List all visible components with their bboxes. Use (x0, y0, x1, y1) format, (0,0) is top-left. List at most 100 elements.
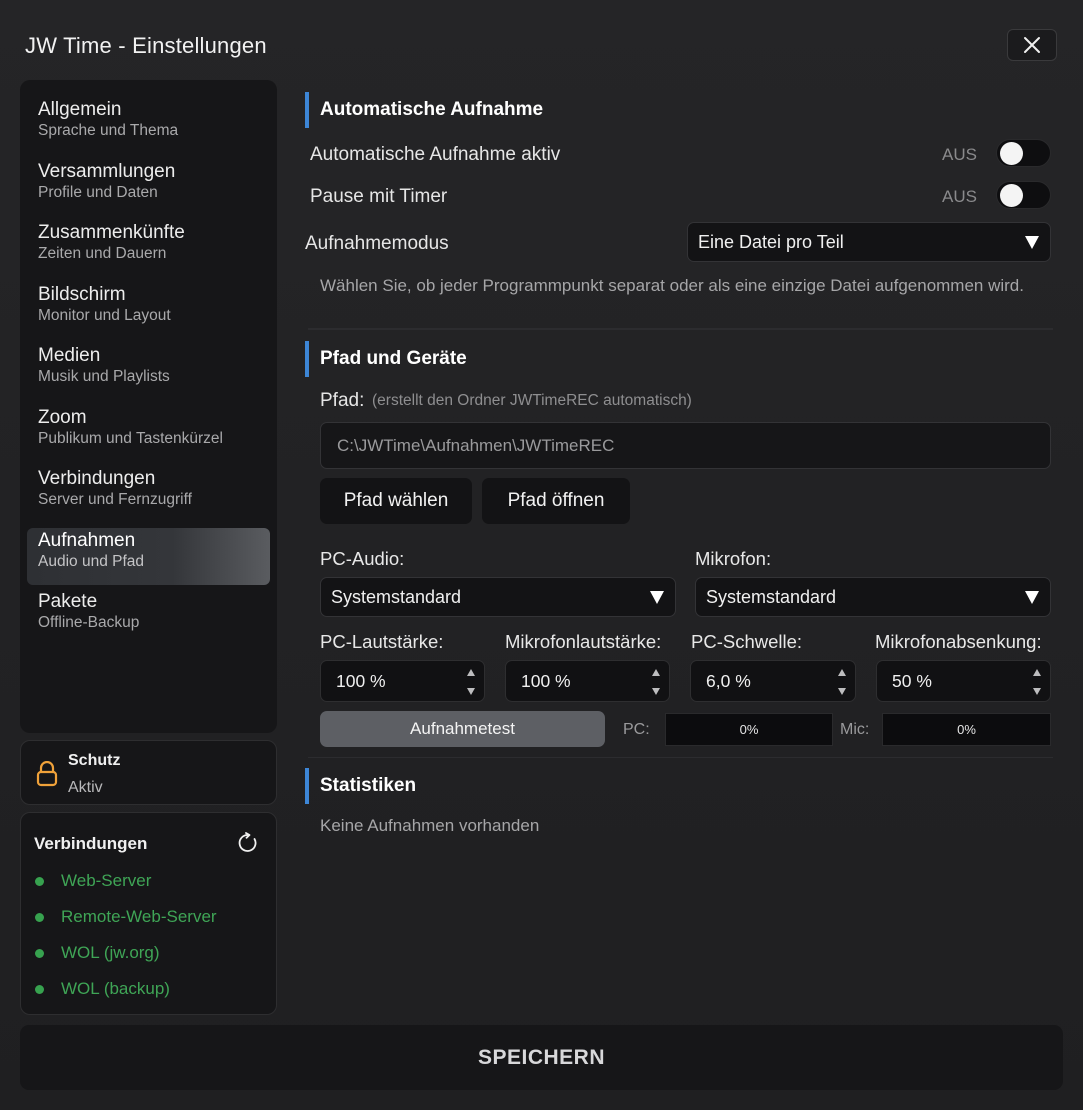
sidebar-item-bildschirm[interactable]: Bildschirm Monitor und Layout (27, 282, 270, 344)
recording-test-button[interactable]: Aufnahmetest (320, 711, 605, 747)
section-divider (308, 328, 1053, 330)
recording-mode-select[interactable]: Eine Datei pro Teil (687, 222, 1051, 262)
spin-arrows-icon[interactable] (651, 667, 661, 697)
sidebar-item-zoom[interactable]: Zoom Publikum und Tastenkürzel (27, 405, 270, 467)
sidebar-item-sublabel: Zeiten und Dauern (38, 245, 167, 262)
microphone-label: Mikrofon: (695, 548, 772, 569)
pc-threshold-label: PC-Schwelle: (691, 631, 803, 652)
status-dot (35, 876, 44, 886)
mic-volume-value: 100 % (521, 670, 571, 691)
section-heading-auto-recording: Automatische Aufnahme (305, 92, 543, 128)
connection-label: Remote-Web-Server (61, 907, 217, 926)
toggle-knob (1000, 184, 1023, 207)
connections-title: Verbindungen (34, 834, 148, 853)
pause-with-timer-label: Pause mit Timer (310, 186, 448, 207)
sidebar-item-sublabel: Server und Fernzugriff (38, 491, 192, 508)
pc-threshold-spinbox[interactable]: 6,0 % (690, 660, 856, 702)
dropdown-arrow-icon (650, 591, 664, 604)
sidebar-item-label: Bildschirm (38, 283, 126, 305)
status-dot (35, 984, 44, 994)
sidebar-item-medien[interactable]: Medien Musik und Playlists (27, 343, 270, 405)
sidebar-item-label: Aufnahmen (38, 529, 136, 551)
open-path-button[interactable]: Pfad öffnen (482, 478, 630, 524)
auto-recording-toggle[interactable] (996, 139, 1051, 167)
sidebar-item-label: Medien (38, 345, 101, 366)
connection-label: Web-Server (61, 871, 152, 890)
sidebar-item-zusammenkuenfte[interactable]: Zusammenkünfte Zeiten und Dauern (27, 220, 270, 282)
microphone-value: Systemstandard (706, 586, 837, 607)
close-button[interactable] (1007, 29, 1057, 61)
sidebar-item-label: Zusammenkünfte (38, 222, 185, 243)
auto-recording-active-label: Automatische Aufnahme aktiv (310, 144, 561, 165)
mic-duck-spinbox[interactable]: 50 % (876, 660, 1051, 702)
path-input[interactable]: C:\JWTime\Aufnahmen\JWTimeREC (320, 422, 1051, 469)
dropdown-arrow-icon (1025, 591, 1039, 604)
section-divider (308, 757, 1053, 758)
spin-arrows-icon[interactable] (466, 667, 476, 697)
mic-volume-spinbox[interactable]: 100 % (505, 660, 670, 702)
sidebar-item-label: Versammlungen (38, 160, 176, 182)
path-label: Pfad: (320, 390, 365, 411)
sidebar-item-aufnahmen[interactable]: Aufnahmen Audio und Pfad (27, 527, 270, 585)
connection-label: WOL (backup) (61, 979, 170, 998)
connection-remote-web-server: Remote-Web-Server (35, 907, 217, 927)
lock-icon (36, 761, 58, 787)
sidebar-item-sublabel: Musik und Playlists (38, 368, 170, 385)
refresh-icon[interactable] (237, 832, 259, 854)
sidebar-item-label: Allgemein (38, 99, 122, 120)
close-icon (1024, 37, 1040, 53)
sidebar-item-sublabel: Profile und Daten (38, 183, 158, 201)
auto-recording-active-state: AUS (942, 145, 977, 164)
statistics-empty-text: Keine Aufnahmen vorhanden (320, 816, 540, 835)
settings-sidebar: Allgemein Sprache und Thema Versammlunge… (20, 80, 277, 733)
sidebar-item-verbindungen[interactable]: Verbindungen Server und Fernzugriff (27, 466, 270, 528)
section-heading-path-devices: Pfad und Geräte (305, 341, 467, 377)
mic-duck-label: Mikrofonabsenkung: (875, 631, 1042, 652)
recording-mode-value: Eine Datei pro Teil (698, 231, 844, 252)
pc-level-meter: 0% (665, 713, 833, 746)
connection-wol-jworg: WOL (jw.org) (35, 943, 160, 963)
pc-audio-label: PC-Audio: (320, 548, 405, 569)
mic-meter-label: Mic: (840, 721, 870, 738)
section-heading-statistics: Statistiken (305, 768, 416, 804)
sidebar-item-label: Verbindungen (38, 468, 156, 489)
path-hint: (erstellt den Ordner JWTimeREC automatis… (372, 392, 692, 409)
pc-volume-spinbox[interactable]: 100 % (320, 660, 485, 702)
recording-mode-label: Aufnahmemodus (305, 233, 449, 254)
protection-title: Schutz (68, 752, 121, 769)
pc-audio-select[interactable]: Systemstandard (320, 577, 676, 617)
sidebar-item-versammlungen[interactable]: Versammlungen Profile und Daten (27, 159, 270, 221)
protection-status: Aktiv (68, 779, 103, 796)
pause-with-timer-state: AUS (942, 187, 977, 206)
mic-volume-label: Mikrofonlautstärke: (505, 631, 662, 652)
pc-meter-label: PC: (623, 721, 650, 738)
save-button[interactable]: SPEICHERN (20, 1025, 1063, 1090)
status-dot (35, 948, 44, 958)
toggle-knob (1000, 142, 1023, 165)
status-dot (35, 912, 44, 922)
protection-panel[interactable]: Schutz Aktiv (20, 740, 277, 805)
pc-threshold-value: 6,0 % (706, 670, 751, 691)
sidebar-item-sublabel: Offline-Backup (38, 613, 140, 631)
sidebar-item-sublabel: Monitor und Layout (38, 306, 171, 324)
sidebar-item-label: Pakete (38, 590, 98, 612)
connection-wol-backup: WOL (backup) (35, 979, 170, 999)
sidebar-item-sublabel: Publikum und Tastenkürzel (38, 429, 223, 447)
sidebar-item-sublabel: Sprache und Thema (38, 122, 179, 139)
spin-arrows-icon[interactable] (837, 667, 847, 697)
dropdown-arrow-icon (1025, 236, 1039, 249)
spin-arrows-icon[interactable] (1032, 667, 1042, 697)
mic-duck-value: 50 % (892, 670, 932, 691)
pc-audio-value: Systemstandard (331, 586, 462, 607)
pc-volume-label: PC-Lautstärke: (320, 631, 444, 652)
sidebar-item-allgemein[interactable]: Allgemein Sprache und Thema (27, 97, 270, 159)
pause-with-timer-toggle[interactable] (996, 181, 1051, 209)
sidebar-item-label: Zoom (38, 406, 87, 428)
mic-level-meter: 0% (882, 713, 1051, 746)
choose-path-button[interactable]: Pfad wählen (320, 478, 472, 524)
microphone-select[interactable]: Systemstandard (695, 577, 1051, 617)
connection-web-server: Web-Server (35, 871, 151, 891)
sidebar-item-pakete[interactable]: Pakete Offline-Backup (27, 589, 270, 651)
connections-panel: Verbindungen Web-Server Remote-Web-Serve… (20, 812, 277, 1015)
window-title: JW Time - Einstellungen (25, 33, 267, 58)
